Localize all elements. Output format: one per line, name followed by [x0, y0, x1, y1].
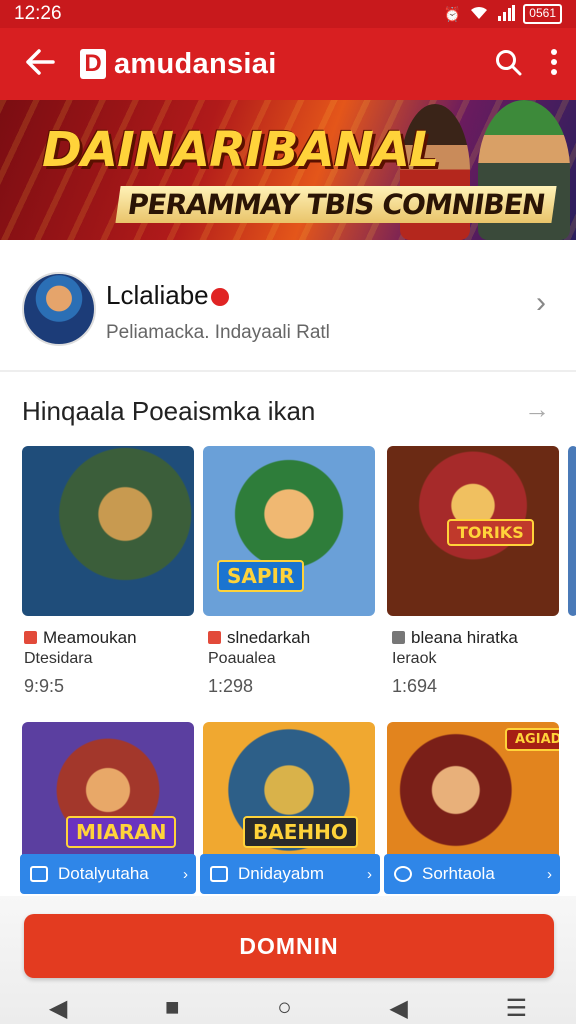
appbar-actions: [494, 28, 558, 100]
video-icon: [24, 631, 37, 644]
chip-button[interactable]: Dnidayabm ›: [200, 854, 380, 894]
back-triangle-button[interactable]: ◀: [389, 994, 407, 1023]
back-nav-button[interactable]: ◀: [49, 994, 67, 1023]
recents-nav-button[interactable]: ■: [165, 994, 180, 1022]
window-icon: [210, 866, 228, 882]
thumbnail-badge: BAEHHO: [243, 816, 358, 848]
video-thumbnail[interactable]: TORIKS: [387, 446, 559, 616]
system-nav-bar: ◀ ■ ○ ◀ ☰: [0, 992, 576, 1024]
channel-description: Peliamacka. Indayaali Ratl: [106, 322, 330, 343]
app-logo: D amudansiai: [80, 48, 277, 81]
video-count: 9:9:5: [24, 676, 65, 696]
video-subtitle: Dtesidara: [24, 650, 93, 667]
video-subtitle: Ieraok: [392, 650, 437, 667]
chevron-icon: ›: [547, 865, 552, 883]
status-icons: ⏰ 0561: [444, 4, 562, 24]
chevron-right-icon[interactable]: ›: [536, 286, 546, 320]
avatar: [22, 272, 96, 346]
thumbnail-badge: SAPIR: [217, 560, 305, 592]
section-title: Hinqaala Poeaismka ikan: [22, 396, 316, 426]
chevron-icon: ›: [183, 865, 188, 883]
thumbnail-badge: AGIADEA: [505, 728, 559, 751]
video-icon: [208, 631, 221, 644]
video-thumbnail[interactable]: [22, 446, 194, 616]
menu-nav-button[interactable]: ☰: [506, 994, 528, 1023]
verified-badge-icon: [210, 288, 229, 307]
signal-icon: [497, 4, 516, 24]
app-bar: D amudansiai: [0, 28, 576, 100]
image-icon: [392, 631, 405, 644]
video-subtitle: Poaualea: [208, 650, 276, 667]
video-title[interactable]: Meamoukan: [24, 628, 137, 648]
promo-banner[interactable]: DAINARIBANAL PERAMMAY TBIS COMNIBEN: [0, 100, 576, 240]
status-time: 12:26: [14, 3, 62, 24]
back-button[interactable]: [0, 47, 80, 81]
chip-button[interactable]: Sorhtaola ›: [384, 854, 560, 894]
banner-title: DAINARIBANAL: [42, 122, 440, 178]
channel-name: Lclaliabe: [106, 280, 229, 311]
chip-button[interactable]: Dotalyutaha ›: [20, 854, 196, 894]
chevron-icon: ›: [367, 865, 372, 883]
thumbnail-badge: TORIKS: [447, 519, 534, 546]
video-count: 1:298: [208, 676, 254, 696]
status-bar: 12:26 ⏰ 0561: [0, 0, 576, 28]
smile-icon: [394, 866, 412, 882]
more-options-button[interactable]: [550, 48, 558, 81]
search-button[interactable]: [494, 48, 522, 81]
wifi-icon: [469, 5, 489, 24]
video-thumbnail[interactable]: [568, 446, 576, 616]
channel-name-text: Lclaliabe: [106, 280, 209, 310]
arrow-left-icon: [26, 49, 55, 75]
thumbnail-badge: MIARAN: [66, 816, 177, 848]
battery-icon: 0561: [523, 4, 562, 24]
banner-subtitle: PERAMMAY TBIS COMNIBEN: [115, 186, 557, 223]
more-vert-icon: [551, 48, 557, 75]
primary-action-button[interactable]: DOMNIN: [24, 914, 554, 978]
alarm-icon: ⏰: [443, 5, 462, 22]
video-count: 1:694: [392, 676, 438, 696]
video-thumbnail[interactable]: SAPIR: [203, 446, 375, 616]
window-icon: [30, 866, 48, 882]
logo-icon: D: [80, 49, 106, 79]
search-icon: [496, 49, 522, 75]
app-title: amudansiai: [114, 47, 277, 80]
home-nav-button[interactable]: ○: [277, 994, 292, 1022]
section-arrow-icon[interactable]: →: [524, 394, 550, 425]
video-title[interactable]: slnedarkah: [208, 628, 310, 648]
channel-card[interactable]: Lclaliabe Peliamacka. Indayaali Ratl ›: [0, 240, 576, 372]
video-title[interactable]: bleana hiratka: [392, 628, 518, 648]
